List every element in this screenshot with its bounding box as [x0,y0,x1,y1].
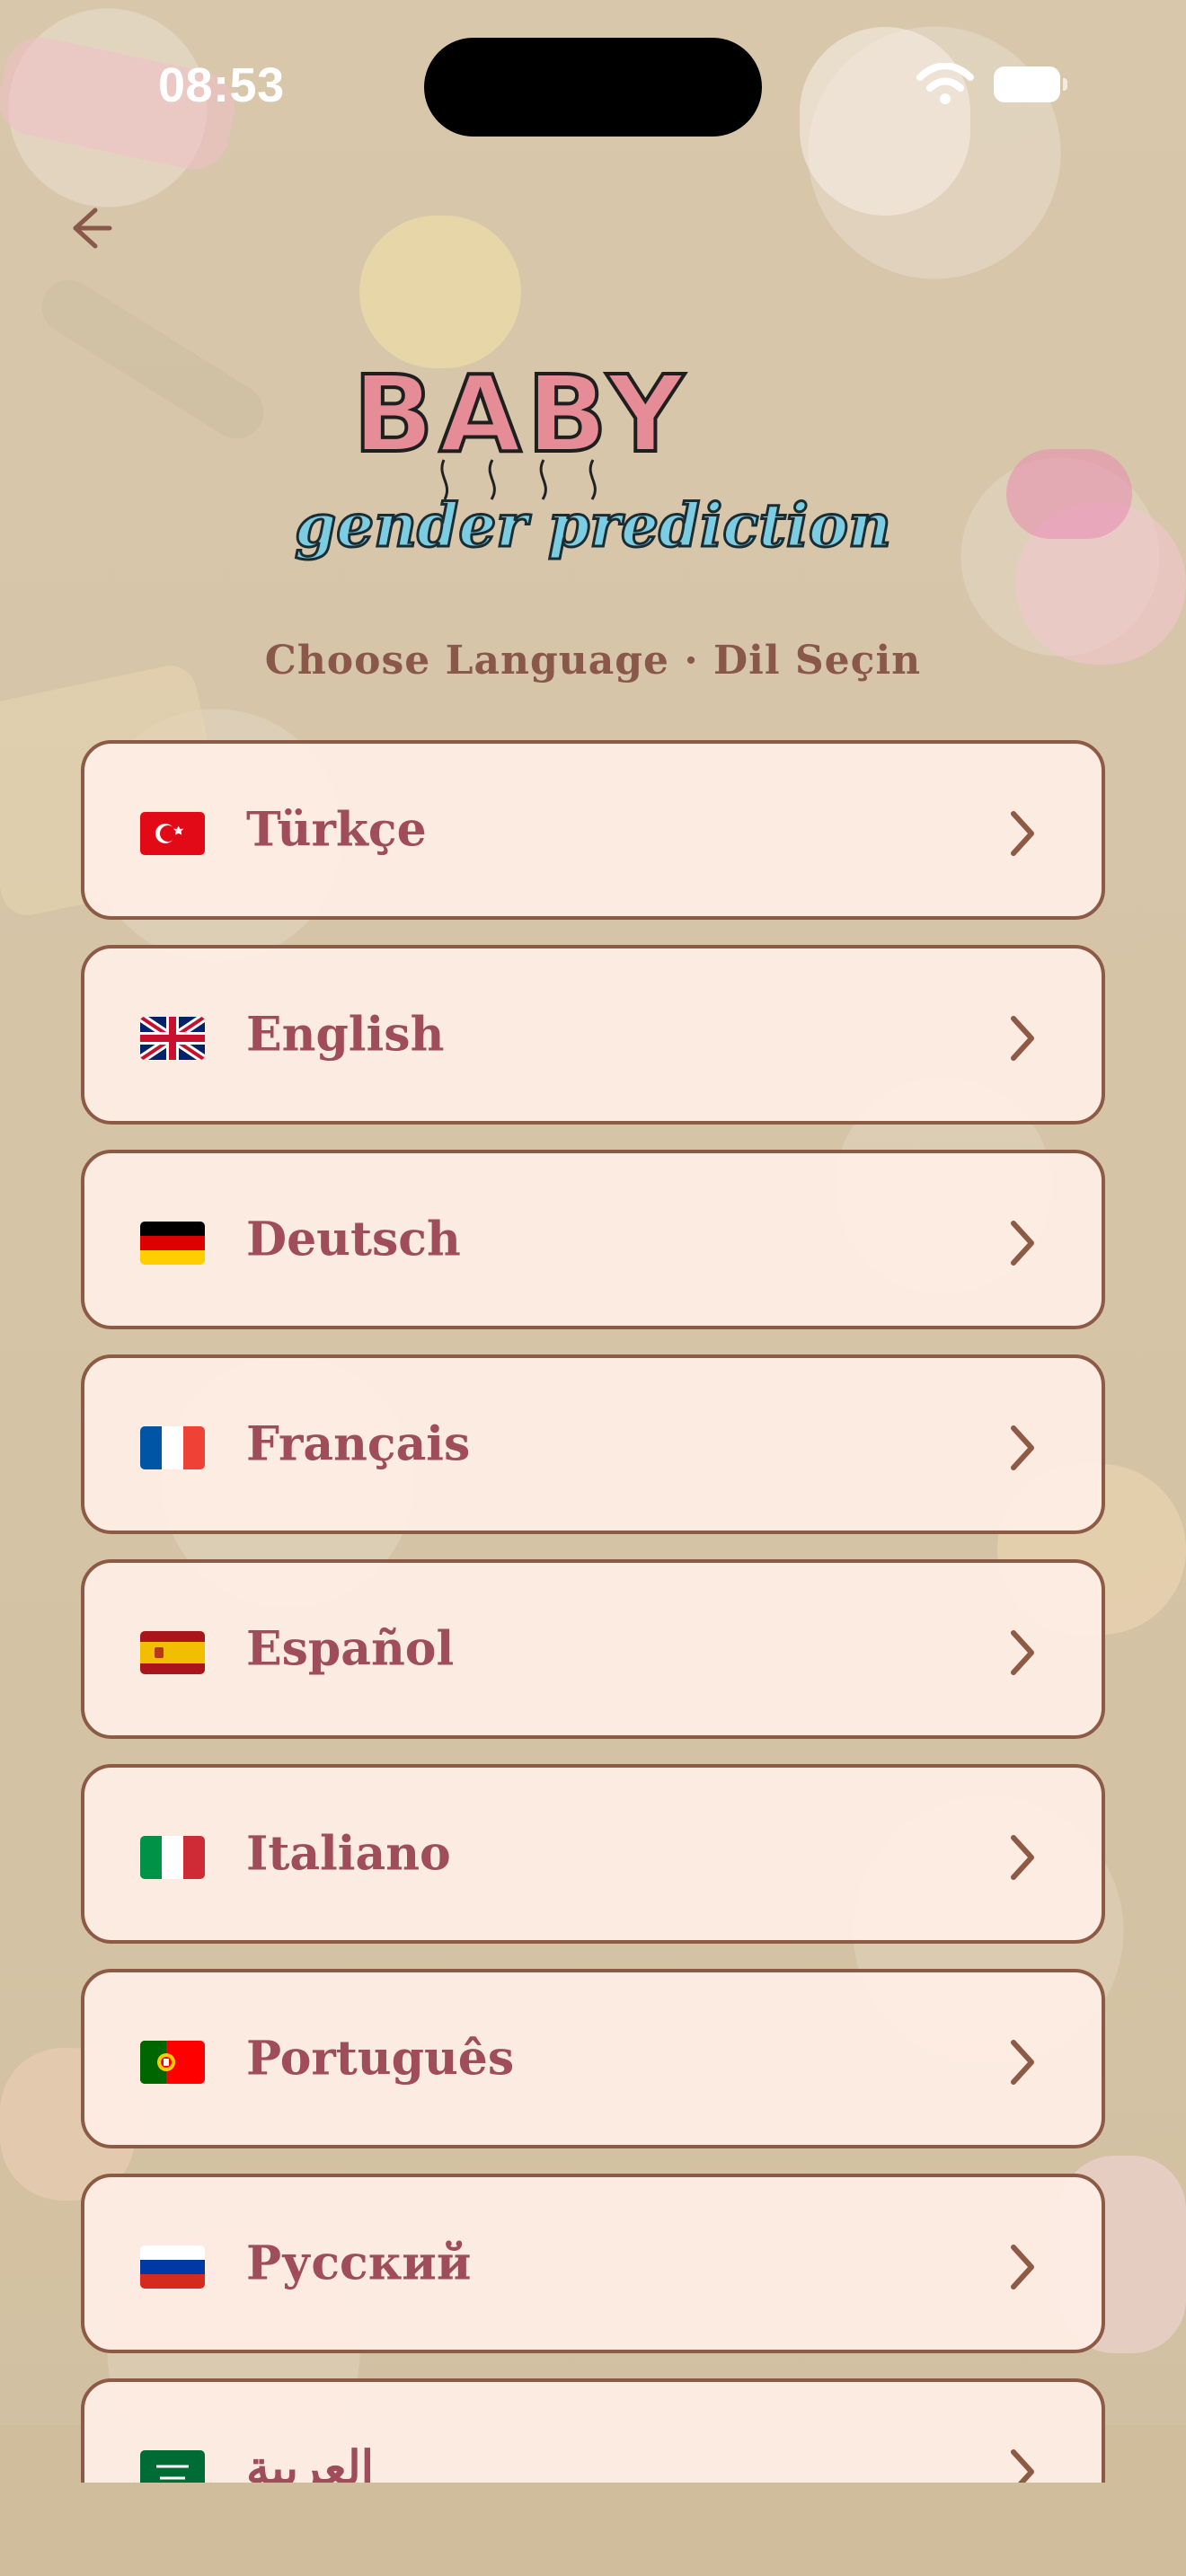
language-option-deutsch[interactable]: Deutsch [81,1150,1105,1329]
chevron-right-icon [1011,1221,1034,1266]
chevron-right-icon [1011,2040,1034,2085]
saudi-arabia-flag-icon [140,2450,205,2483]
language-label: Deutsch [246,1212,461,1267]
back-button[interactable] [63,199,120,257]
italy-flag-icon [140,1836,205,1879]
logo-baby-text: BABY [353,352,689,476]
dynamic-island [424,38,762,137]
chevron-right-icon [1011,2449,1034,2483]
language-option-turkce[interactable]: Türkçe [81,740,1105,920]
portugal-flag-icon [140,2041,205,2084]
germany-flag-icon [140,1222,205,1265]
app-logo: BABY gender prediction [294,350,893,562]
battery-icon [994,66,1067,102]
language-label: Türkçe [246,802,427,858]
language-list: Türkçe English Deutsch Français Español … [81,740,1105,2483]
language-option-russian[interactable]: Русский [81,2174,1105,2353]
france-flag-icon [140,1426,205,1469]
language-option-francais[interactable]: Français [81,1354,1105,1534]
language-label: Português [246,2031,515,2086]
language-option-english[interactable]: English [81,945,1105,1125]
language-label: English [246,1007,445,1063]
status-time: 08:53 [158,58,285,112]
wifi-icon [916,63,974,104]
background-shape [31,269,274,449]
language-label: العربية [246,2440,375,2483]
language-option-espanol[interactable]: Español [81,1559,1105,1739]
logo-subtitle-text: gender prediction [295,490,891,560]
choose-language-title: Choose Language · Dil Seçin [264,638,922,684]
background-shape [800,27,970,216]
language-option-italiano[interactable]: Italiano [81,1764,1105,1944]
spain-flag-icon [140,1631,205,1674]
language-label: Español [246,1621,455,1677]
language-option-portugues[interactable]: Português [81,1969,1105,2148]
chevron-right-icon [1011,1016,1034,1061]
uk-flag-icon [140,1017,205,1060]
turkey-flag-icon [140,812,205,855]
language-label: Русский [246,2236,472,2291]
russia-flag-icon [140,2245,205,2289]
chevron-right-icon [1011,2245,1034,2289]
chevron-right-icon [1011,1835,1034,1880]
chevron-right-icon [1011,1630,1034,1675]
background-shape [1006,449,1132,539]
arrow-left-icon [73,207,112,249]
language-label: Italiano [246,1826,451,1882]
language-option-arabic[interactable]: العربية [81,2378,1105,2483]
language-label: Français [246,1416,471,1472]
chevron-right-icon [1011,811,1034,856]
chevron-right-icon [1011,1425,1034,1470]
